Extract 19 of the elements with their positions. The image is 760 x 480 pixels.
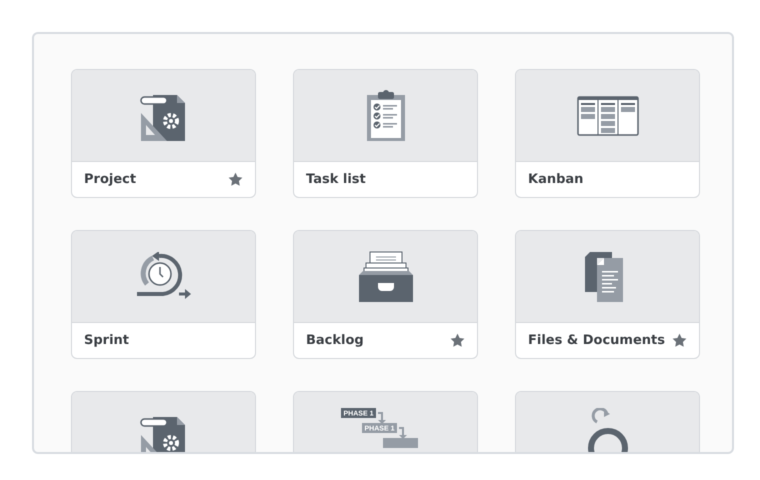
star-icon[interactable] xyxy=(672,333,687,348)
clock-cycle-arrow-icon xyxy=(134,252,192,302)
star-icon[interactable] xyxy=(450,333,465,348)
template-card[interactable]: Sprint xyxy=(71,230,256,359)
kanban-board-icon xyxy=(576,96,638,136)
star-icon[interactable] xyxy=(228,172,243,187)
template-card[interactable]: Task list xyxy=(293,69,478,198)
card-title: Sprint xyxy=(84,333,130,348)
card-title: Kanban xyxy=(528,172,584,187)
card-file-drawer-icon xyxy=(358,250,414,302)
template-card[interactable]: Project xyxy=(71,69,256,198)
template-card[interactable]: Files & Documents xyxy=(515,230,700,359)
template-card[interactable]: Backlog xyxy=(293,230,478,359)
clipboard-checklist-icon xyxy=(366,90,406,142)
card-title: Project xyxy=(84,172,136,187)
template-card[interactable]: Kanban xyxy=(515,69,700,198)
card-title: Backlog xyxy=(306,333,364,348)
card-title: Files & Documents xyxy=(528,333,665,348)
card-title: Task list xyxy=(306,172,366,187)
